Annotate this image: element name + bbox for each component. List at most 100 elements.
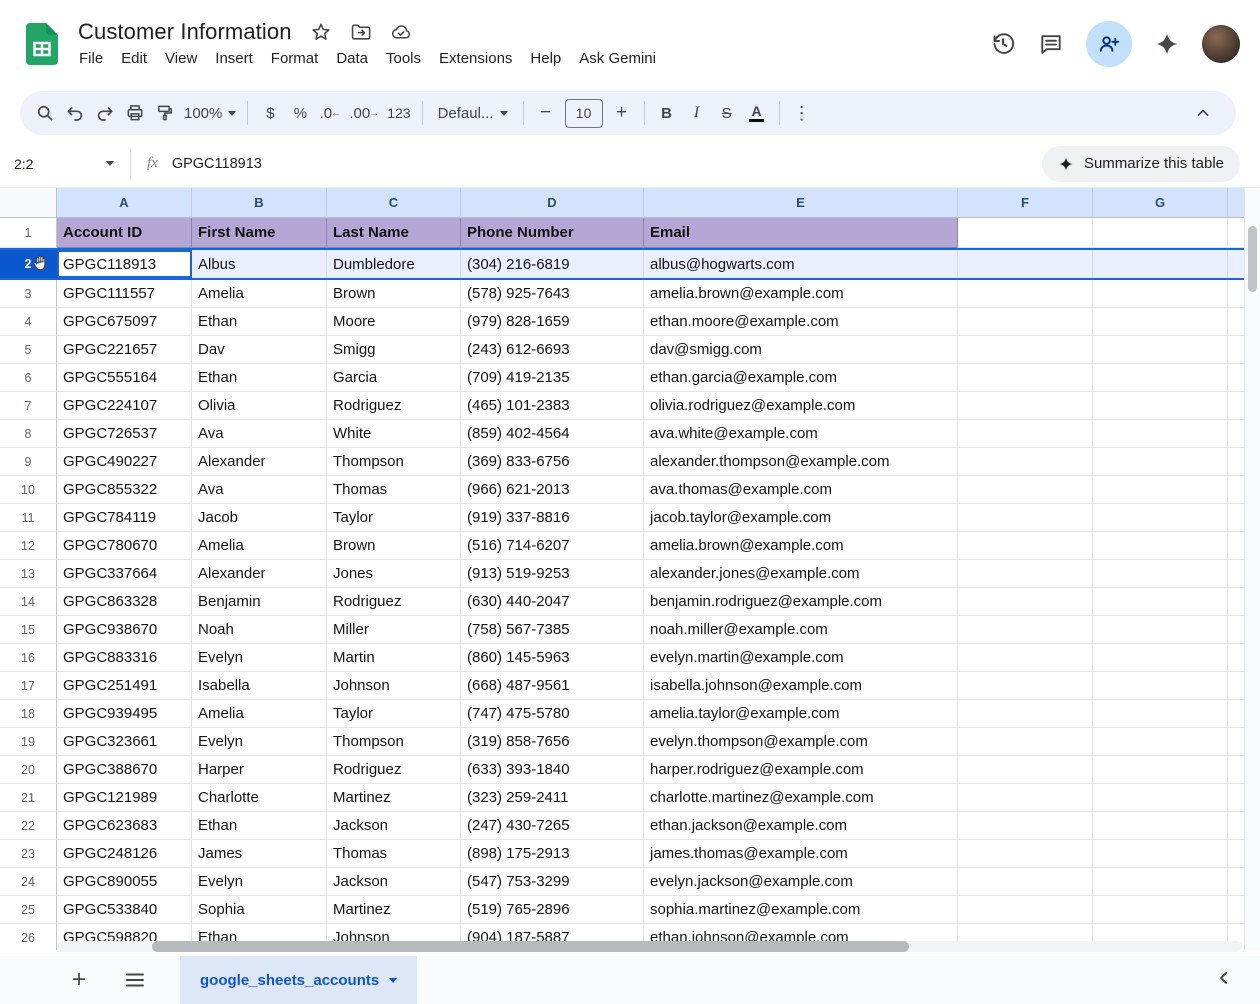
cell-B11[interactable]: Jacob: [192, 504, 327, 532]
cell-D19[interactable]: (319) 858-7656: [461, 728, 644, 756]
cell-partial-16[interactable]: [1228, 644, 1244, 672]
cell-partial-14[interactable]: [1228, 588, 1244, 616]
cell-B25[interactable]: Sophia: [192, 896, 327, 924]
cell-partial-20[interactable]: [1228, 756, 1244, 784]
more-formats-button[interactable]: 123: [383, 98, 414, 128]
cell-A19[interactable]: GPGC323661: [57, 728, 192, 756]
column-header-G[interactable]: G: [1093, 188, 1228, 218]
cell-partial-19[interactable]: [1228, 728, 1244, 756]
cell-A16[interactable]: GPGC883316: [57, 644, 192, 672]
cell-B23[interactable]: James: [192, 840, 327, 868]
cell-A11[interactable]: GPGC784119: [57, 504, 192, 532]
row-header-20[interactable]: 20: [0, 756, 57, 784]
cell-C11[interactable]: Taylor: [327, 504, 461, 532]
column-header-partial[interactable]: [1228, 188, 1244, 218]
cell-G25[interactable]: [1093, 896, 1228, 924]
cell-G18[interactable]: [1093, 700, 1228, 728]
menu-file[interactable]: File: [70, 48, 112, 69]
cell-G24[interactable]: [1093, 868, 1228, 896]
summarize-table-button[interactable]: Summarize this table: [1042, 146, 1240, 182]
cell-A25[interactable]: GPGC533840: [57, 896, 192, 924]
cell-D10[interactable]: (966) 621-2013: [461, 476, 644, 504]
cell-partial-5[interactable]: [1228, 336, 1244, 364]
cell-B8[interactable]: Ava: [192, 420, 327, 448]
cell-B2[interactable]: Albus: [192, 250, 327, 278]
cell-D23[interactable]: (898) 175-2913: [461, 840, 644, 868]
menu-edit[interactable]: Edit: [112, 48, 156, 69]
cell-G21[interactable]: [1093, 784, 1228, 812]
cell-partial-13[interactable]: [1228, 560, 1244, 588]
cell-D7[interactable]: (465) 101-2383: [461, 392, 644, 420]
cell-G1[interactable]: [1093, 218, 1228, 248]
row-header-3[interactable]: 3: [0, 280, 57, 308]
hide-toolbar-button[interactable]: [1188, 98, 1218, 128]
cell-partial-7[interactable]: [1228, 392, 1244, 420]
row-header-17[interactable]: 17: [0, 672, 57, 700]
menu-view[interactable]: View: [156, 48, 206, 69]
cell-C14[interactable]: Rodriguez: [327, 588, 461, 616]
cell-G23[interactable]: [1093, 840, 1228, 868]
cell-B24[interactable]: Evelyn: [192, 868, 327, 896]
cell-D13[interactable]: (913) 519-9253: [461, 560, 644, 588]
cell-partial-17[interactable]: [1228, 672, 1244, 700]
cell-D16[interactable]: (860) 145-5963: [461, 644, 644, 672]
cell-D25[interactable]: (519) 765-2896: [461, 896, 644, 924]
cell-E8[interactable]: ava.white@example.com: [644, 420, 958, 448]
menu-ask-gemini[interactable]: Ask Gemini: [570, 48, 665, 69]
row-header-5[interactable]: 5: [0, 336, 57, 364]
cell-D14[interactable]: (630) 440-2047: [461, 588, 644, 616]
all-sheets-menu-button[interactable]: [118, 963, 152, 997]
cell-C21[interactable]: Martinez: [327, 784, 461, 812]
row-header-26[interactable]: 26: [0, 924, 57, 950]
row-header-25[interactable]: 25: [0, 896, 57, 924]
cell-G5[interactable]: [1093, 336, 1228, 364]
cell-A15[interactable]: GPGC938670: [57, 616, 192, 644]
cell-F19[interactable]: [958, 728, 1093, 756]
cell-partial-1[interactable]: [1228, 218, 1244, 248]
cell-E14[interactable]: benjamin.rodriguez@example.com: [644, 588, 958, 616]
cell-C2[interactable]: Dumbledore: [327, 250, 461, 278]
cell-F2[interactable]: [958, 250, 1093, 278]
cell-E15[interactable]: noah.miller@example.com: [644, 616, 958, 644]
cell-D9[interactable]: (369) 833-6756: [461, 448, 644, 476]
star-icon[interactable]: [310, 21, 332, 43]
cell-F16[interactable]: [958, 644, 1093, 672]
font-select[interactable]: Defaul...: [430, 98, 516, 128]
row-header-9[interactable]: 9: [0, 448, 57, 476]
row-header-13[interactable]: 13: [0, 560, 57, 588]
horizontal-scrollbar-thumb[interactable]: [152, 941, 909, 952]
cell-A2[interactable]: GPGC118913: [57, 250, 192, 278]
cell-partial-11[interactable]: [1228, 504, 1244, 532]
print-button[interactable]: [120, 98, 150, 128]
cell-partial-23[interactable]: [1228, 840, 1244, 868]
cell-D4[interactable]: (979) 828-1659: [461, 308, 644, 336]
cell-F13[interactable]: [958, 560, 1093, 588]
cell-E7[interactable]: olivia.rodriguez@example.com: [644, 392, 958, 420]
italic-button[interactable]: I: [682, 98, 712, 128]
increase-decimal-button[interactable]: .00→: [345, 98, 383, 128]
search-icon[interactable]: [30, 98, 60, 128]
cell-A23[interactable]: GPGC248126: [57, 840, 192, 868]
cell-partial-10[interactable]: [1228, 476, 1244, 504]
cell-G20[interactable]: [1093, 756, 1228, 784]
cell-B15[interactable]: Noah: [192, 616, 327, 644]
cell-partial-18[interactable]: [1228, 700, 1244, 728]
row-header-14[interactable]: 14: [0, 588, 57, 616]
cell-D22[interactable]: (247) 430-7265: [461, 812, 644, 840]
menu-tools[interactable]: Tools: [377, 48, 430, 69]
cell-F24[interactable]: [958, 868, 1093, 896]
column-header-E[interactable]: E: [644, 188, 958, 218]
cell-G7[interactable]: [1093, 392, 1228, 420]
cell-A22[interactable]: GPGC623683: [57, 812, 192, 840]
column-header-A[interactable]: A: [57, 188, 192, 218]
cell-A12[interactable]: GPGC780670: [57, 532, 192, 560]
increase-font-size-button[interactable]: +: [607, 98, 637, 128]
row-header-7[interactable]: 7: [0, 392, 57, 420]
cell-D12[interactable]: (516) 714-6207: [461, 532, 644, 560]
collapse-panel-icon[interactable]: [1214, 968, 1234, 993]
cell-D24[interactable]: (547) 753-3299: [461, 868, 644, 896]
cell-B6[interactable]: Ethan: [192, 364, 327, 392]
cell-A18[interactable]: GPGC939495: [57, 700, 192, 728]
cell-F10[interactable]: [958, 476, 1093, 504]
font-size-input[interactable]: 10: [565, 99, 603, 128]
